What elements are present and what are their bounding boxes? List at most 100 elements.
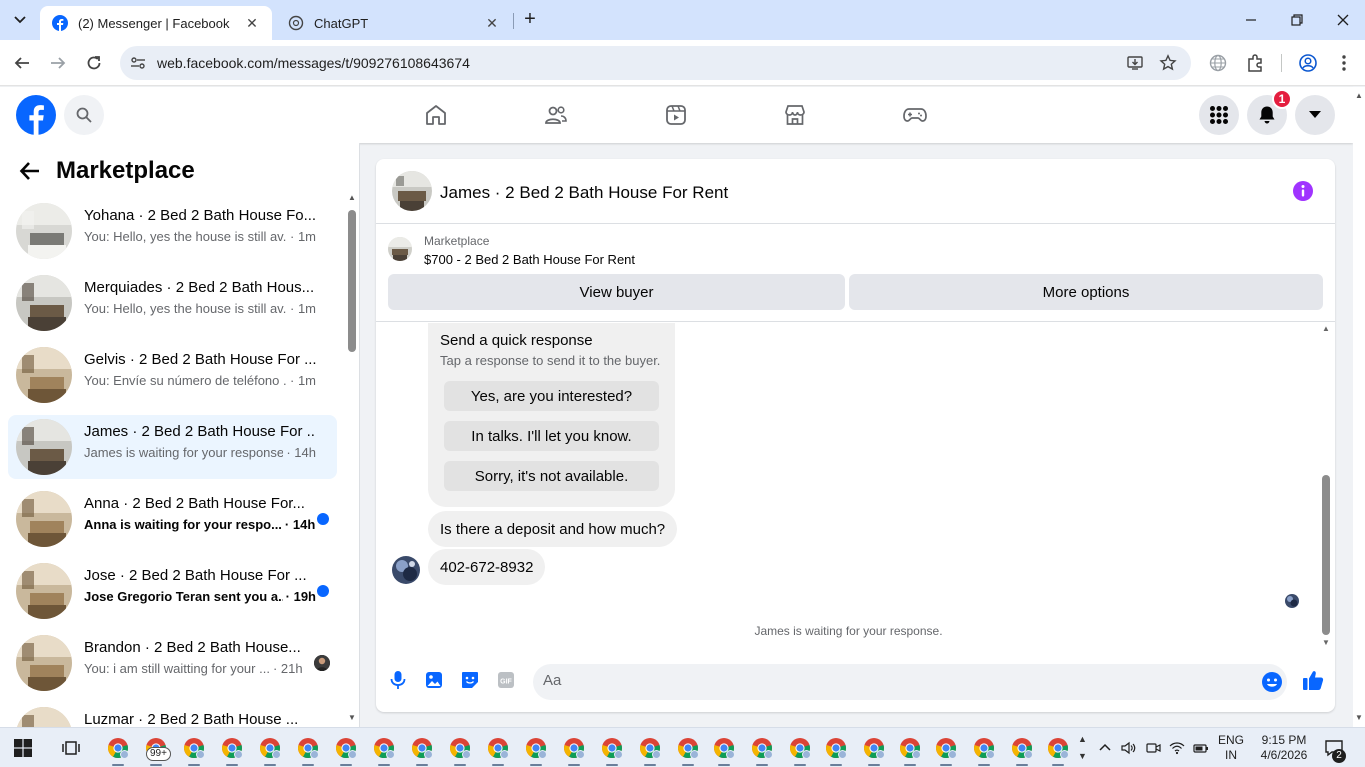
site-settings-icon[interactable] [130,55,146,71]
scrollbar-thumb[interactable] [1322,475,1330,635]
forward-icon[interactable] [46,51,70,75]
chrome-taskbar-icon[interactable] [788,736,812,766]
chrome-taskbar-icon[interactable] [862,736,886,766]
chrome-taskbar-icon[interactable] [1046,736,1070,766]
back-icon[interactable] [10,51,34,75]
more-options-button[interactable]: More options [849,274,1323,310]
home-icon[interactable] [424,103,448,127]
scroll-down-arrow-icon[interactable]: ▼ [1355,713,1363,722]
bookmark-star-icon[interactable] [1159,54,1177,72]
scroll-up-arrow-icon[interactable]: ▲ [1322,325,1330,333]
tab-chatgpt[interactable]: ChatGPT ✕ [276,6,512,40]
emoji-icon[interactable] [1261,671,1283,693]
chrome-taskbar-icon[interactable] [750,736,774,766]
chrome-taskbar-icon[interactable] [220,736,244,766]
tab-search-chevron-icon[interactable] [8,8,32,32]
close-window-icon[interactable] [1331,8,1355,32]
camera-icon[interactable] [1145,740,1161,756]
quick-response-option[interactable]: In talks. I'll let you know. [444,421,659,451]
video-icon[interactable] [664,103,688,127]
chrome-taskbar-icon[interactable] [182,736,206,766]
conversation-item[interactable]: Luzmar · 2 Bed 2 Bath House ... [8,703,337,727]
conversation-item[interactable]: Anna · 2 Bed 2 Bath House For... Anna is … [8,487,337,551]
facebook-logo-icon[interactable] [16,95,56,135]
photo-icon[interactable] [424,670,444,690]
chrome-taskbar-icon[interactable] [524,736,548,766]
marketplace-icon[interactable] [783,103,807,127]
chrome-taskbar-icon[interactable] [562,736,586,766]
chrome-taskbar-icon[interactable] [372,736,396,766]
chrome-taskbar-icon[interactable] [106,736,130,766]
show-hidden-icons-chevron-icon[interactable] [1097,740,1113,756]
new-tab-plus-icon[interactable]: + [519,9,541,31]
conversation-item[interactable]: James · 2 Bed 2 Bath House For ... James … [8,415,337,479]
address-bar[interactable]: web.facebook.com/messages/t/909276108643… [120,46,1191,80]
listing-title[interactable]: $700 - 2 Bed 2 Bath House For Rent [424,252,635,267]
sticker-icon[interactable] [460,670,480,690]
menu-grid-button[interactable] [1199,95,1239,135]
chrome-taskbar-icon[interactable] [712,736,736,766]
facebook-search-button[interactable] [64,95,104,135]
conversation-item[interactable]: Yohana · 2 Bed 2 Bath House Fo... You: He… [8,199,337,263]
close-tab-icon[interactable]: ✕ [484,15,500,31]
chrome-taskbar-icon[interactable] [898,736,922,766]
input-language[interactable]: ENG IN [1214,733,1248,763]
chrome-taskbar-icon[interactable] [296,736,320,766]
message-bubble[interactable]: Is there a deposit and how much? [428,511,678,547]
extensions-puzzle-icon[interactable] [1245,53,1265,73]
battery-icon[interactable] [1193,740,1209,756]
reload-icon[interactable] [82,51,106,75]
chrome-taskbar-icon[interactable] [600,736,624,766]
wifi-icon[interactable] [1169,740,1185,756]
quick-response-option[interactable]: Yes, are you interested? [444,381,659,411]
taskbar-overflow-arrows-icon[interactable]: ▲ ▼ [1078,731,1087,765]
friends-icon[interactable] [544,103,568,127]
translate-globe-icon[interactable] [1208,53,1228,73]
browser-menu-kebab-icon[interactable] [1334,53,1354,73]
windows-start-icon[interactable] [14,739,32,757]
chrome-taskbar-icon[interactable] [334,736,358,766]
conversation-item[interactable]: Brandon · 2 Bed 2 Bath House... You: i am… [8,631,337,695]
tab-messenger[interactable]: (2) Messenger | Facebook ✕ [40,6,272,40]
gaming-icon[interactable] [903,103,927,127]
sender-avatar[interactable] [392,556,420,584]
listing-thumbnail[interactable] [388,237,412,261]
chrome-taskbar-icon[interactable] [448,736,472,766]
chat-scrollbar[interactable]: ▲ ▼ [1320,323,1332,649]
chrome-taskbar-icon[interactable] [972,736,996,766]
chrome-taskbar-icon[interactable] [676,736,700,766]
thumbs-up-icon[interactable] [1302,669,1324,691]
chrome-taskbar-icon[interactable] [486,736,510,766]
scroll-up-arrow-icon[interactable]: ▲ [348,193,356,202]
minimize-icon[interactable] [1239,8,1263,32]
chrome-taskbar-icon[interactable] [1010,736,1034,766]
conversation-item[interactable]: Gelvis · 2 Bed 2 Bath House For ... You: … [8,343,337,407]
volume-icon[interactable] [1120,740,1136,756]
install-app-icon[interactable] [1126,54,1144,72]
chrome-taskbar-icon[interactable] [824,736,848,766]
conversation-scrollbar[interactable]: ▲ ▼ [347,193,357,723]
chrome-taskbar-icon[interactable] [934,736,958,766]
chrome-taskbar-icon[interactable] [258,736,282,766]
scrollbar-thumb[interactable] [348,210,356,352]
back-arrow-icon[interactable] [18,159,42,183]
gif-icon[interactable]: GIF [496,670,516,690]
conversation-item[interactable]: Jose · 2 Bed 2 Bath House For ... Jose Gr… [8,559,337,623]
chrome-taskbar-icon[interactable] [410,736,434,766]
quick-response-option[interactable]: Sorry, it's not available. [444,461,659,491]
clock[interactable]: 9:15 PM 4/6/2026 [1252,733,1316,763]
microphone-icon[interactable] [388,670,408,690]
restore-icon[interactable] [1285,8,1309,32]
chat-title[interactable]: James · 2 Bed 2 Bath House For Rent [440,183,728,203]
scroll-up-arrow-icon[interactable]: ▲ [1355,91,1363,100]
profile-icon[interactable] [1298,53,1318,73]
view-buyer-button[interactable]: View buyer [388,274,845,310]
conversation-item[interactable]: Merquiades · 2 Bed 2 Bath Hous... You: He… [8,271,337,335]
contact-avatar[interactable] [392,171,432,211]
close-tab-icon[interactable]: ✕ [244,15,260,31]
message-input[interactable] [543,672,1243,689]
info-icon[interactable] [1292,180,1314,202]
message-bubble[interactable]: 402-672-8932 [428,549,546,585]
task-view-icon[interactable] [62,739,80,757]
page-scrollbar[interactable]: ▲ ▼ [1353,87,1365,727]
